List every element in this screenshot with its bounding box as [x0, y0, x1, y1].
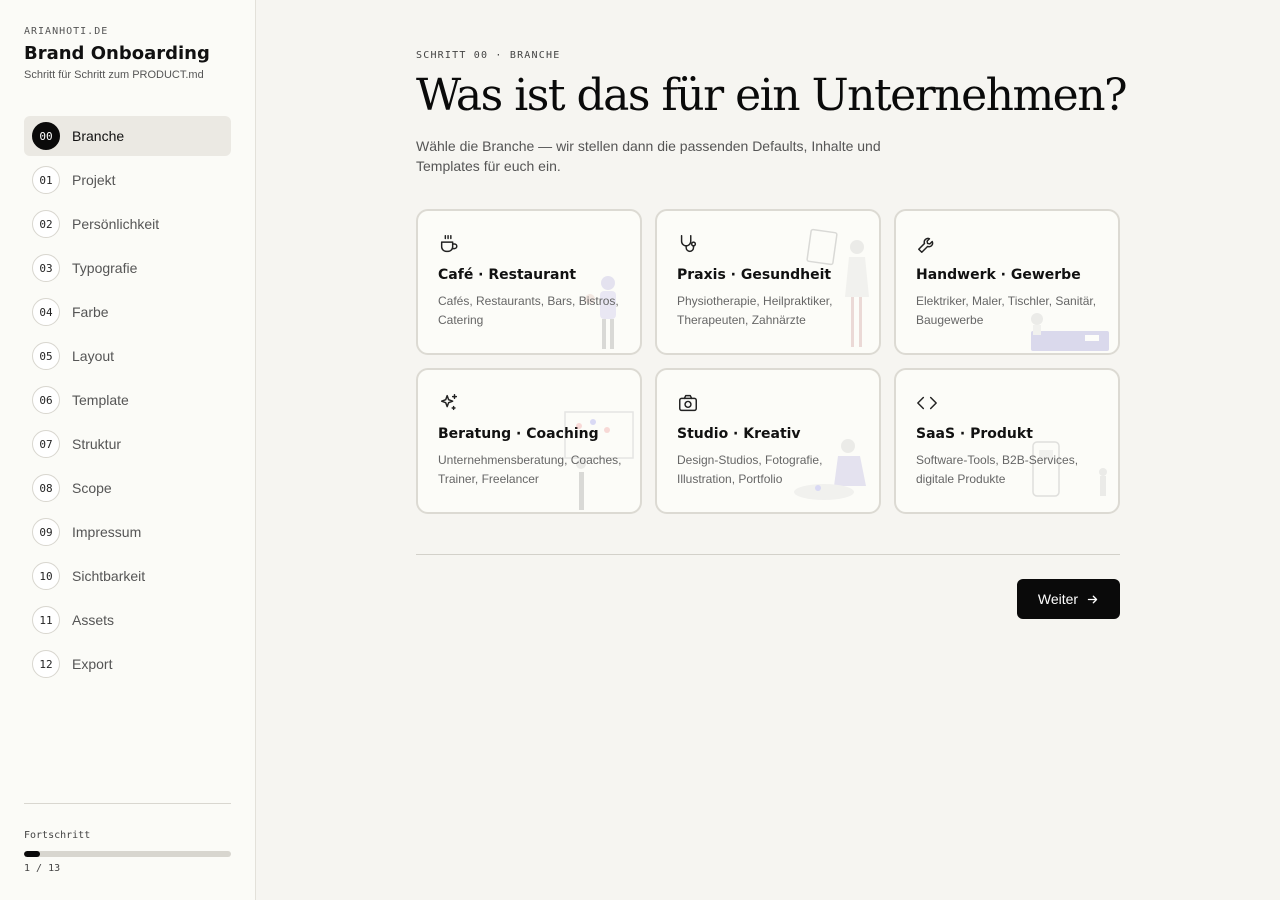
step-label: Assets [72, 612, 115, 628]
industry-card-handwerk[interactable]: Handwerk · Gewerbe Elektriker, Maler, Ti… [894, 209, 1120, 355]
coffee-cup-icon [438, 233, 462, 257]
step-nav: 00 Branche 01 Projekt 02 Persönlichkeit … [24, 116, 231, 688]
industry-card-praxis[interactable]: Praxis · Gesundheit Physiotherapie, Heil… [655, 209, 881, 355]
step-label: Typografie [72, 260, 138, 276]
page-title: Was ist das für ein Unternehmen? [416, 70, 1128, 121]
step-label: Export [72, 656, 113, 672]
step-item-typografie[interactable]: 03 Typografie [24, 248, 231, 288]
step-item-impressum[interactable]: 09 Impressum [24, 512, 231, 552]
step-label: Template [72, 392, 129, 408]
card-description: Cafés, Restaurants, Bars, Bistros, Cater… [438, 294, 619, 327]
content-divider [416, 554, 1120, 555]
step-label: Struktur [72, 436, 122, 452]
step-label: Projekt [72, 172, 116, 188]
step-eyebrow: SCHRITT 00 · BRANCHE [416, 50, 561, 61]
card-description: Design-Studios, Fotografie, Illustration… [677, 453, 823, 486]
wrench-icon [916, 233, 940, 257]
step-label: Sichtbarkeit [72, 568, 146, 584]
card-description: Unternehmensberatung, Coaches, Trainer, … [438, 453, 622, 486]
step-label: Farbe [72, 304, 109, 320]
step-item-farbe[interactable]: 04 Farbe [24, 292, 231, 332]
step-number: 11 [32, 606, 60, 634]
card-description: Elektriker, Maler, Tischler, Sanitär, Ba… [916, 294, 1097, 327]
card-description: Software-Tools, B2B-Services, digitale P… [916, 453, 1079, 486]
step-item-export[interactable]: 12 Export [24, 644, 231, 684]
step-number: 05 [32, 342, 60, 370]
step-number: 01 [32, 166, 60, 194]
industry-card-studio[interactable]: Studio · Kreativ Design-Studios, Fotogra… [655, 368, 881, 514]
step-number: 07 [32, 430, 60, 458]
step-item-assets[interactable]: 11 Assets [24, 600, 231, 640]
step-item-projekt[interactable]: 01 Projekt [24, 160, 231, 200]
brand-title: Brand Onboarding [24, 43, 210, 64]
step-item-branche[interactable]: 00 Branche [24, 116, 231, 156]
step-number: 09 [32, 518, 60, 546]
page-description: Wähle die Branche — wir stellen dann die… [416, 138, 881, 174]
progress-label: Fortschritt [24, 830, 91, 841]
step-item-struktur[interactable]: 07 Struktur [24, 424, 231, 464]
card-description: Physiotherapie, Heilpraktiker, Therapeut… [677, 294, 833, 327]
progress-count: 1 / 13 [24, 863, 61, 874]
step-label: Layout [72, 348, 115, 364]
sidebar-divider [24, 803, 231, 804]
sparkles-icon [438, 392, 462, 416]
step-item-template[interactable]: 06 Template [24, 380, 231, 420]
brand-domain: ARIANHOTI.DE [24, 26, 109, 37]
step-label: Branche [72, 128, 125, 144]
industry-card-cafe[interactable]: Café · Restaurant Cafés, Restaurants, Ba… [416, 209, 642, 355]
camera-icon [677, 392, 701, 416]
card-illustration [806, 228, 869, 347]
step-number: 12 [32, 650, 60, 678]
arrow-right-icon [1087, 595, 1098, 603]
step-label: Scope [72, 480, 112, 496]
code-icon [916, 392, 940, 416]
industry-grid: Café · Restaurant Cafés, Restaurants, Ba… [416, 209, 1120, 514]
step-item-persoenlichkeit[interactable]: 02 Persönlichkeit [24, 204, 231, 244]
stethoscope-icon [677, 233, 701, 257]
progress-fill [24, 851, 40, 857]
step-number: 06 [32, 386, 60, 414]
step-item-layout[interactable]: 05 Layout [24, 336, 231, 376]
industry-card-saas[interactable]: SaaS · Produkt Software-Tools, B2B-Servi… [894, 368, 1120, 514]
sidebar: ARIANHOTI.DE Brand Onboarding Schritt fü… [0, 0, 256, 900]
step-number: 03 [32, 254, 60, 282]
next-button[interactable]: Weiter [1017, 579, 1120, 619]
progress-bar [24, 851, 231, 857]
step-label: Persönlichkeit [72, 216, 160, 232]
brand-subtitle: Schritt für Schritt zum PRODUCT.md [24, 69, 204, 81]
step-number: 08 [32, 474, 60, 502]
step-number: 00 [32, 122, 60, 150]
step-number: 02 [32, 210, 60, 238]
industry-card-beratung[interactable]: Beratung · Coaching Unternehmensberatung… [416, 368, 642, 514]
next-button-label: Weiter [1037, 591, 1079, 607]
step-number: 10 [32, 562, 60, 590]
step-item-sichtbarkeit[interactable]: 10 Sichtbarkeit [24, 556, 231, 596]
step-item-scope[interactable]: 08 Scope [24, 468, 231, 508]
step-number: 04 [32, 298, 60, 326]
step-label: Impressum [72, 524, 142, 540]
